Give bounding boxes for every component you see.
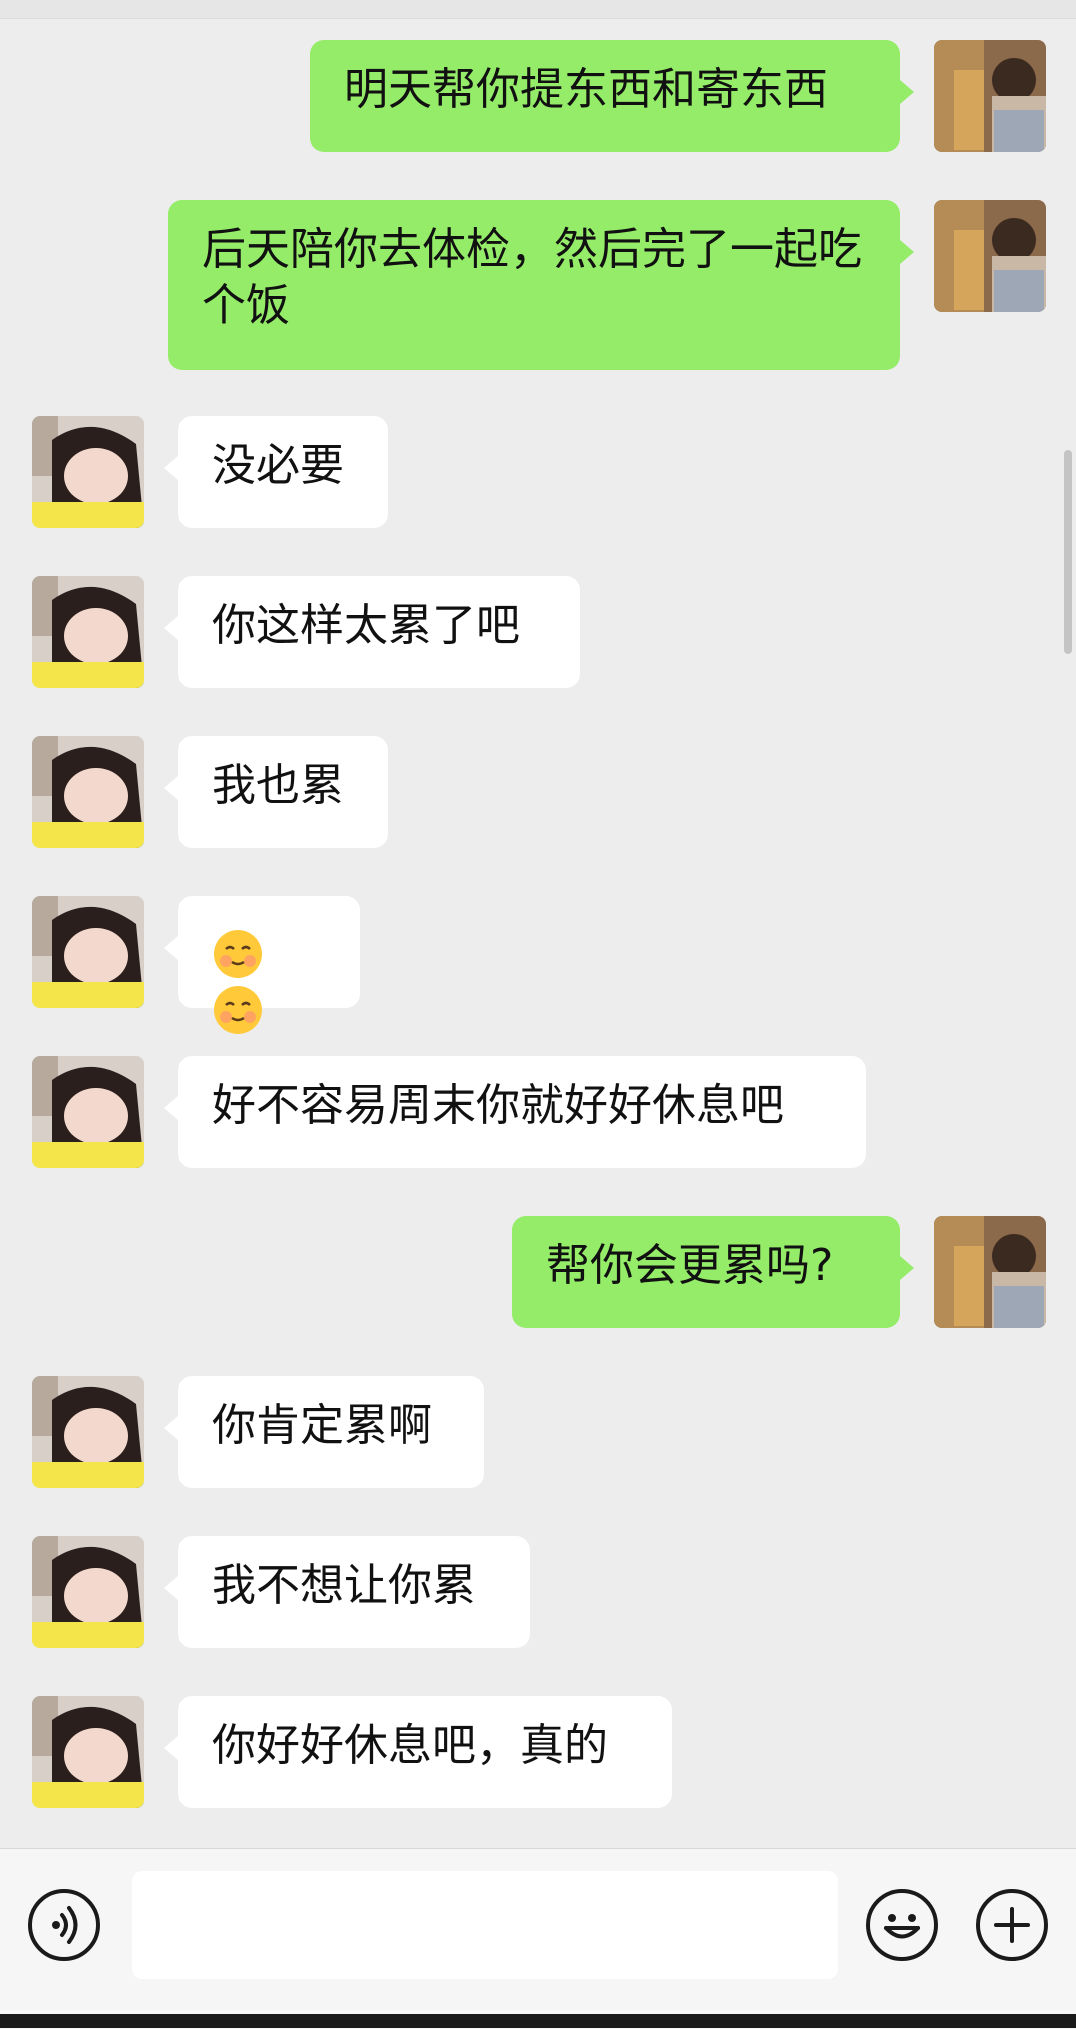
contact-avatar[interactable] xyxy=(32,416,144,528)
contact-avatar[interactable] xyxy=(32,576,144,688)
contact-avatar[interactable] xyxy=(32,1536,144,1648)
chat-scrollbar[interactable] xyxy=(1064,450,1072,654)
voice-icon[interactable] xyxy=(28,1889,100,1961)
plus-icon[interactable] xyxy=(976,1889,1048,1961)
contact-avatar[interactable] xyxy=(32,896,144,1008)
top-edge xyxy=(0,0,1076,19)
my-avatar[interactable] xyxy=(934,1216,1046,1328)
contact-avatar[interactable] xyxy=(32,1056,144,1168)
message-text: 明天帮你提东西和寄东西 xyxy=(344,64,828,115)
message-bubble-received[interactable]: 我也累 xyxy=(164,736,388,848)
chat-area[interactable]: 明天帮你提东西和寄东西 后天陪你去体检，然后完了一起吃个饭 没必要 你这样太累了… xyxy=(0,18,1076,1848)
contact-avatar[interactable] xyxy=(32,1696,144,1808)
message-bubble-received[interactable]: 你肯定累啊 xyxy=(164,1376,484,1488)
message-text: 后天陪你去体检，然后完了一起吃个饭 xyxy=(202,224,862,331)
message-input[interactable] xyxy=(132,1871,838,1979)
message-text: 帮你会更累吗? xyxy=(546,1240,834,1291)
message-text: 你肯定累啊 xyxy=(212,1400,432,1451)
message-text: 我不想让你累 xyxy=(212,1560,476,1611)
message-bubble-received[interactable]: 我不想让你累 xyxy=(164,1536,530,1648)
pleading-face-emoji xyxy=(212,984,264,1036)
message-bubble-received[interactable]: 你这样太累了吧 xyxy=(164,576,580,688)
message-bubble-received[interactable] xyxy=(164,896,360,1034)
message-text: 没必要 xyxy=(212,440,344,491)
message-bubble-received[interactable]: 你好好休息吧，真的 xyxy=(164,1696,672,1808)
message-bubble-sent[interactable]: 明天帮你提东西和寄东西 xyxy=(310,40,914,152)
message-bubble-received[interactable]: 好不容易周末你就好好休息吧 xyxy=(164,1056,866,1168)
message-text: 你好好休息吧，真的 xyxy=(212,1720,608,1771)
message-text: 好不容易周末你就好好休息吧 xyxy=(212,1080,784,1131)
contact-avatar[interactable] xyxy=(32,736,144,848)
message-bubble-sent[interactable]: 帮你会更累吗? xyxy=(512,1216,914,1328)
message-text: 你这样太累了吧 xyxy=(212,600,520,651)
message-bubble-sent[interactable]: 后天陪你去体检，然后完了一起吃个饭 xyxy=(168,200,914,370)
emoji-icon[interactable] xyxy=(866,1889,938,1961)
my-avatar[interactable] xyxy=(934,40,1046,152)
bottom-edge xyxy=(0,2014,1076,2028)
message-bubble-received[interactable]: 没必要 xyxy=(164,416,388,528)
input-bar xyxy=(0,1848,1076,2029)
message-text: 我也累 xyxy=(212,760,344,811)
contact-avatar[interactable] xyxy=(32,1376,144,1488)
pleading-face-emoji xyxy=(212,928,264,980)
my-avatar[interactable] xyxy=(934,200,1046,312)
